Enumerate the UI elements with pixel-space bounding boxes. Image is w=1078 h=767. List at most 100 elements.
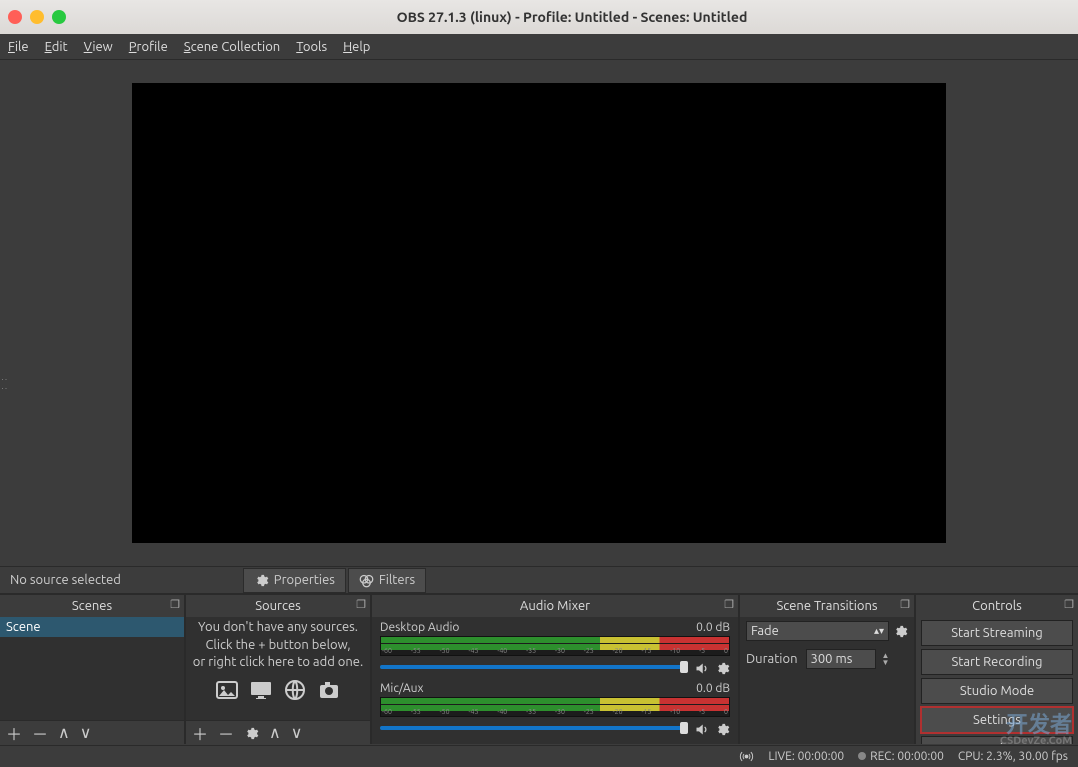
menu-file[interactable]: File <box>8 40 29 54</box>
settings-button[interactable]: Settings <box>921 707 1073 733</box>
transitions-dock: Scene Transitions ❐ Fade ▴▾ Duration 300… <box>740 595 916 744</box>
controls-popout-icon[interactable]: ❐ <box>1064 598 1074 611</box>
audio-level: 0.0 dB <box>696 682 730 695</box>
scenes-title: Scenes <box>72 599 112 613</box>
rec-label: REC: <box>870 750 894 763</box>
gear-icon <box>244 726 259 741</box>
scenes-list[interactable]: Scene <box>0 617 184 720</box>
sources-type-icons <box>188 678 368 702</box>
maximize-window-button[interactable] <box>52 10 66 24</box>
sources-list[interactable]: You don't have any sources. Click the + … <box>186 617 370 720</box>
transitions-body: Fade ▴▾ Duration 300 ms ▲▼ <box>740 617 914 744</box>
display-icon <box>249 678 273 702</box>
filters-icon <box>359 573 374 588</box>
filters-label: Filters <box>379 573 415 587</box>
sources-title: Sources <box>255 599 301 613</box>
audio-level: 0.0 dB <box>696 621 730 634</box>
globe-icon <box>283 678 307 702</box>
broadcast-icon <box>739 749 754 764</box>
studio-mode-button[interactable]: Studio Mode <box>921 678 1073 704</box>
live-label: LIVE: <box>768 750 794 763</box>
scenes-down-button[interactable]: ∨ <box>80 723 92 742</box>
transition-config-button[interactable] <box>893 623 908 638</box>
preview-canvas[interactable] <box>132 83 946 543</box>
sources-empty-2: Click the + button below, <box>188 637 368 655</box>
minimize-window-button[interactable] <box>30 10 44 24</box>
sources-dock: Sources ❐ You don't have any sources. Cl… <box>186 595 372 744</box>
duration-label: Duration <box>746 652 802 666</box>
no-source-label: No source selected <box>0 573 131 587</box>
menu-help[interactable]: Help <box>343 40 370 54</box>
audio-volume-slider[interactable] <box>380 726 688 730</box>
audio-meter: -60-55-50-45-40-35-30-25-20-15-10-50 <box>380 697 730 717</box>
menu-scene-collection[interactable]: Scene Collection <box>184 40 280 54</box>
properties-button[interactable]: Properties <box>243 568 346 593</box>
titlebar: OBS 27.1.3 (linux) - Profile: Untitled -… <box>0 0 1078 34</box>
sources-up-button[interactable]: ∧ <box>269 723 281 742</box>
dock-grip[interactable]: ⋮⋮ <box>0 375 8 393</box>
transitions-popout-icon[interactable]: ❐ <box>900 598 910 611</box>
rec-time: 00:00:00 <box>897 750 944 763</box>
audio-volume-slider[interactable] <box>380 665 688 669</box>
audio-channel-0: Desktop Audio 0.0 dB -60-55-50-45-40-35-… <box>372 617 738 678</box>
scenes-add-button[interactable]: ＋ <box>6 721 22 745</box>
controls-title: Controls <box>972 599 1022 613</box>
camera-icon <box>317 678 341 702</box>
duration-spinner[interactable]: ▲▼ <box>882 652 890 666</box>
audio-name: Mic/Aux <box>380 682 424 695</box>
menu-tools[interactable]: Tools <box>296 40 327 54</box>
source-toolbar: No source selected Properties Filters <box>0 566 1078 594</box>
live-time: 00:00:00 <box>798 750 845 763</box>
sources-add-button[interactable]: ＋ <box>192 721 208 745</box>
sources-header: Sources ❐ <box>186 595 370 617</box>
gear-icon <box>893 624 908 639</box>
rec-dot-icon <box>858 752 866 760</box>
audio-name: Desktop Audio <box>380 621 459 634</box>
scenes-remove-button[interactable]: － <box>32 721 48 745</box>
sources-empty-1: You don't have any sources. <box>188 619 368 637</box>
audio-title: Audio Mixer <box>520 599 590 613</box>
window-title: OBS 27.1.3 (linux) - Profile: Untitled -… <box>74 9 1070 25</box>
scenes-dock: Scenes ❐ Scene ＋ － ∧ ∨ <box>0 595 186 744</box>
controls-body: Start Streaming Start Recording Studio M… <box>916 617 1078 744</box>
gear-icon <box>254 573 269 588</box>
sources-down-button[interactable]: ∨ <box>291 723 303 742</box>
sources-remove-button[interactable]: － <box>218 721 234 745</box>
statusbar: LIVE: 00:00:00 REC: 00:00:00 CPU: 2.3%, … <box>0 745 1078 767</box>
exit-button[interactable]: Exit <box>921 736 1073 744</box>
transitions-header: Scene Transitions ❐ <box>740 595 914 617</box>
scenes-header: Scenes ❐ <box>0 595 184 617</box>
scenes-up-button[interactable]: ∧ <box>58 723 70 742</box>
cpu-status: CPU: 2.3%, 30.00 fps <box>958 750 1068 763</box>
sources-popout-icon[interactable]: ❐ <box>356 598 366 611</box>
audio-popout-icon[interactable]: ❐ <box>724 598 734 611</box>
scene-item[interactable]: Scene <box>0 617 184 637</box>
duration-field[interactable]: 300 ms <box>806 649 876 669</box>
start-recording-button[interactable]: Start Recording <box>921 649 1073 675</box>
audio-config-button[interactable] <box>715 659 730 676</box>
audio-config-button[interactable] <box>715 720 730 737</box>
sources-empty-3: or right click here to add one. <box>188 654 368 672</box>
properties-label: Properties <box>274 573 335 587</box>
menu-edit[interactable]: Edit <box>45 40 68 54</box>
start-streaming-button[interactable]: Start Streaming <box>921 620 1073 646</box>
controls-header: Controls ❐ <box>916 595 1078 617</box>
transitions-title: Scene Transitions <box>776 599 877 613</box>
close-window-button[interactable] <box>8 10 22 24</box>
menubar: File Edit View Profile Scene Collection … <box>0 34 1078 60</box>
audio-meter: -60-55-50-45-40-35-30-25-20-15-10-50 <box>380 636 730 656</box>
image-icon <box>215 678 239 702</box>
speaker-icon[interactable] <box>694 659 709 676</box>
scenes-popout-icon[interactable]: ❐ <box>170 598 180 611</box>
audio-mixer-dock: Audio Mixer ❐ Desktop Audio 0.0 dB -60-5… <box>372 595 740 744</box>
menu-view[interactable]: View <box>84 40 113 54</box>
menu-profile[interactable]: Profile <box>129 40 168 54</box>
audio-channel-1: Mic/Aux 0.0 dB -60-55-50-45-40-35-30-25-… <box>372 678 738 739</box>
chevron-updown-icon: ▴▾ <box>874 625 884 637</box>
audio-body: Desktop Audio 0.0 dB -60-55-50-45-40-35-… <box>372 617 738 744</box>
preview-area <box>0 60 1078 566</box>
filters-button[interactable]: Filters <box>348 568 426 593</box>
sources-config-button[interactable] <box>244 724 259 742</box>
speaker-icon[interactable] <box>694 720 709 737</box>
transition-select[interactable]: Fade ▴▾ <box>746 621 889 641</box>
